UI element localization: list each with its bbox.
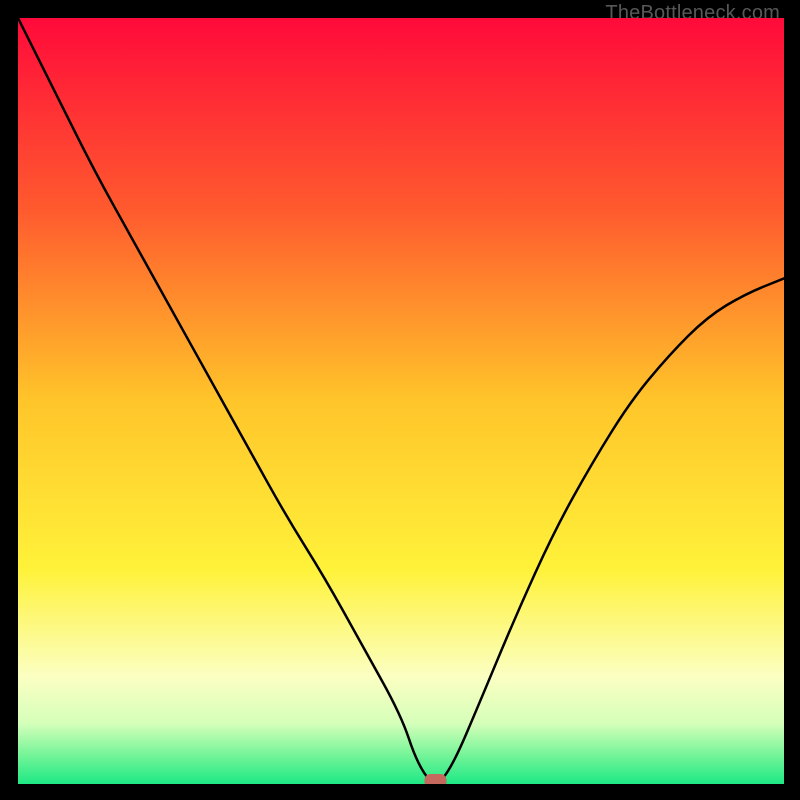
chart-frame (18, 18, 784, 784)
optimum-marker (424, 774, 446, 784)
gradient-background (18, 18, 784, 784)
bottleneck-chart (18, 18, 784, 784)
